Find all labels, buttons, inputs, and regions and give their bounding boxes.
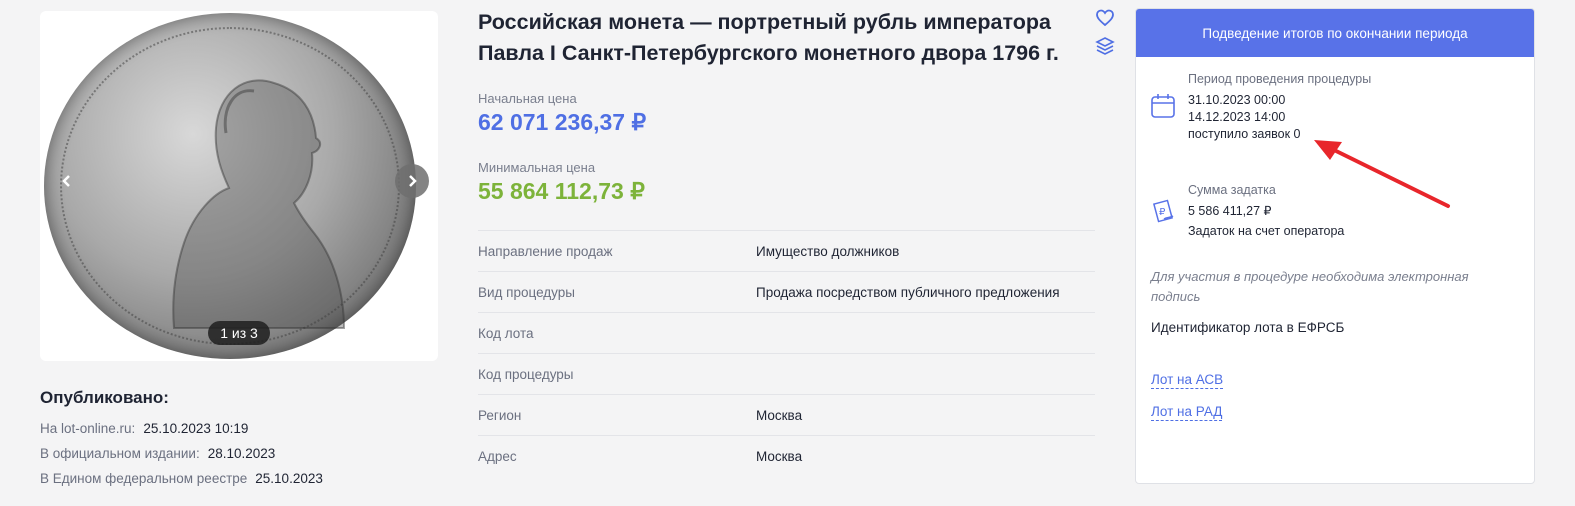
info-row: Регион Москва	[478, 394, 1095, 435]
published-row: На lot-online.ru: 25.10.2023 10:19	[40, 416, 460, 441]
period-end: 14.12.2023 14:00	[1188, 110, 1286, 124]
info-row: Код лота	[478, 312, 1095, 353]
coin-photo	[44, 13, 416, 359]
published-row: В официальном издании: 28.10.2023	[40, 441, 460, 466]
lot-actions	[1095, 8, 1115, 64]
calendar-icon	[1151, 94, 1175, 118]
info-key: Код лота	[478, 325, 534, 341]
published-section: Опубликовано: На lot-online.ru: 25.10.202…	[40, 388, 460, 491]
efrsb-identifier: Идентификатор лота в ЕФРСБ	[1151, 320, 1345, 335]
coin-portrait	[172, 79, 346, 329]
previous-slide-button[interactable]	[50, 164, 84, 198]
info-value: Имущество должников	[756, 243, 900, 259]
min-price-block: Минимальная цена 55 864 112,73 ₽	[478, 160, 645, 205]
info-key: Адрес	[478, 448, 517, 464]
lot-info-table: Направление продаж Имущество должников В…	[478, 230, 1095, 476]
slide-counter: 1 из 3	[208, 321, 270, 345]
info-row: Вид процедуры Продажа посредством публич…	[478, 271, 1095, 312]
layers-icon[interactable]	[1095, 36, 1115, 56]
min-price-value: 55 864 112,73 ₽	[478, 178, 645, 204]
published-label: На lot-online.ru:	[40, 421, 136, 436]
published-title: Опубликовано:	[40, 388, 169, 407]
start-price-block: Начальная цена 62 071 236,37 ₽	[478, 91, 646, 136]
info-key: Код процедуры	[478, 366, 574, 382]
published-label: В Едином федеральном реестре	[40, 471, 248, 486]
lot-title: Российская монета — портретный рубль имп…	[478, 10, 1059, 65]
deposit-note: Задаток на счет оператора	[1188, 224, 1345, 238]
chevron-right-icon	[409, 175, 417, 187]
info-value: Продажа посредством публичного предложен…	[756, 284, 1060, 300]
start-price-label: Начальная цена	[478, 91, 577, 106]
published-value: 28.10.2023	[207, 446, 276, 461]
info-row: Адрес Москва	[478, 435, 1095, 476]
period-start: 31.10.2023 00:00	[1188, 93, 1286, 107]
info-key: Вид процедуры	[478, 284, 575, 300]
signature-note: Для участия в процедуре необходима элект…	[1151, 269, 1469, 304]
info-row: Направление продаж Имущество должников	[478, 230, 1095, 271]
annotation-arrow-icon	[1314, 140, 1450, 208]
heart-icon[interactable]	[1095, 8, 1115, 28]
info-value: Москва	[756, 407, 803, 423]
published-label: В официальном издании:	[40, 446, 200, 461]
published-value: 25.10.2023 10:19	[143, 421, 249, 436]
lot-rad-link[interactable]: Лот на РАД	[1151, 403, 1223, 421]
lot-asv-link[interactable]: Лот на АСВ	[1151, 371, 1224, 389]
published-value: 25.10.2023	[255, 471, 323, 486]
info-value: Москва	[756, 448, 803, 464]
ruble-document-icon: ₽	[1152, 199, 1174, 223]
period-label: Период проведения процедуры	[1188, 72, 1372, 86]
auction-panel: Подведение итогов по окончании периода П…	[1135, 8, 1535, 484]
panel-header: Подведение итогов по окончании периода	[1136, 9, 1534, 57]
info-key: Направление продаж	[478, 243, 613, 259]
info-key: Регион	[478, 407, 522, 423]
min-price-label: Минимальная цена	[478, 160, 596, 175]
lot-image-gallery[interactable]: 1 из 3	[40, 11, 438, 361]
chevron-left-icon	[62, 175, 70, 187]
next-slide-button[interactable]	[395, 164, 429, 198]
published-row: В Едином федеральном реестре 25.10.2023	[40, 466, 460, 491]
info-row: Код процедуры	[478, 353, 1095, 394]
start-price-value: 62 071 236,37 ₽	[478, 109, 647, 135]
svg-text:₽: ₽	[1159, 207, 1166, 218]
